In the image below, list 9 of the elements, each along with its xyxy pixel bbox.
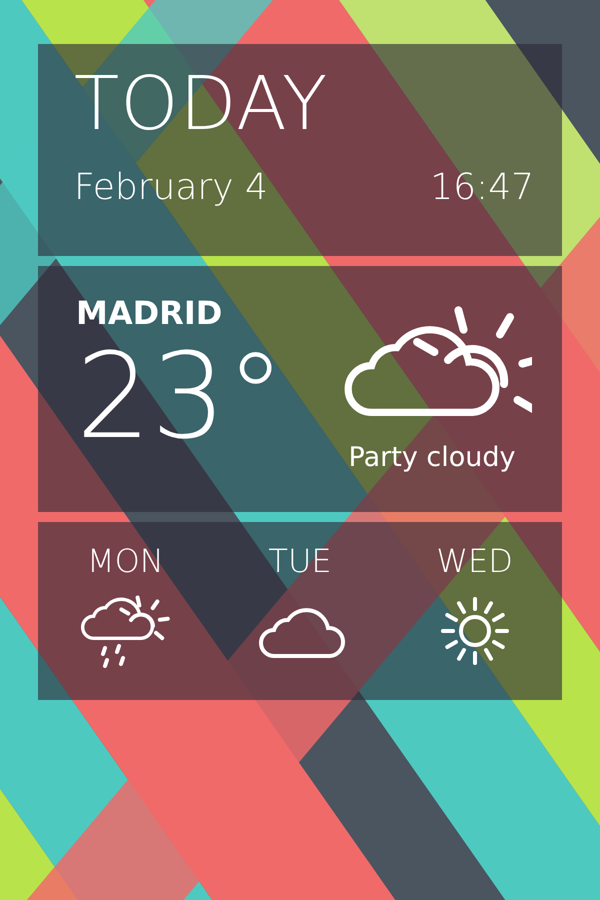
time-label: 16:47: [430, 167, 534, 208]
day-label: TUE: [268, 542, 332, 580]
city-label: MADRID: [76, 294, 224, 332]
day-label: WED: [436, 542, 513, 580]
day-label: MON: [86, 542, 164, 580]
temperature-label: 23°: [76, 332, 286, 462]
title-heading: TODAY: [74, 64, 330, 146]
date-label: February 4: [74, 167, 268, 208]
condition-label: Party cloudy: [348, 442, 516, 473]
